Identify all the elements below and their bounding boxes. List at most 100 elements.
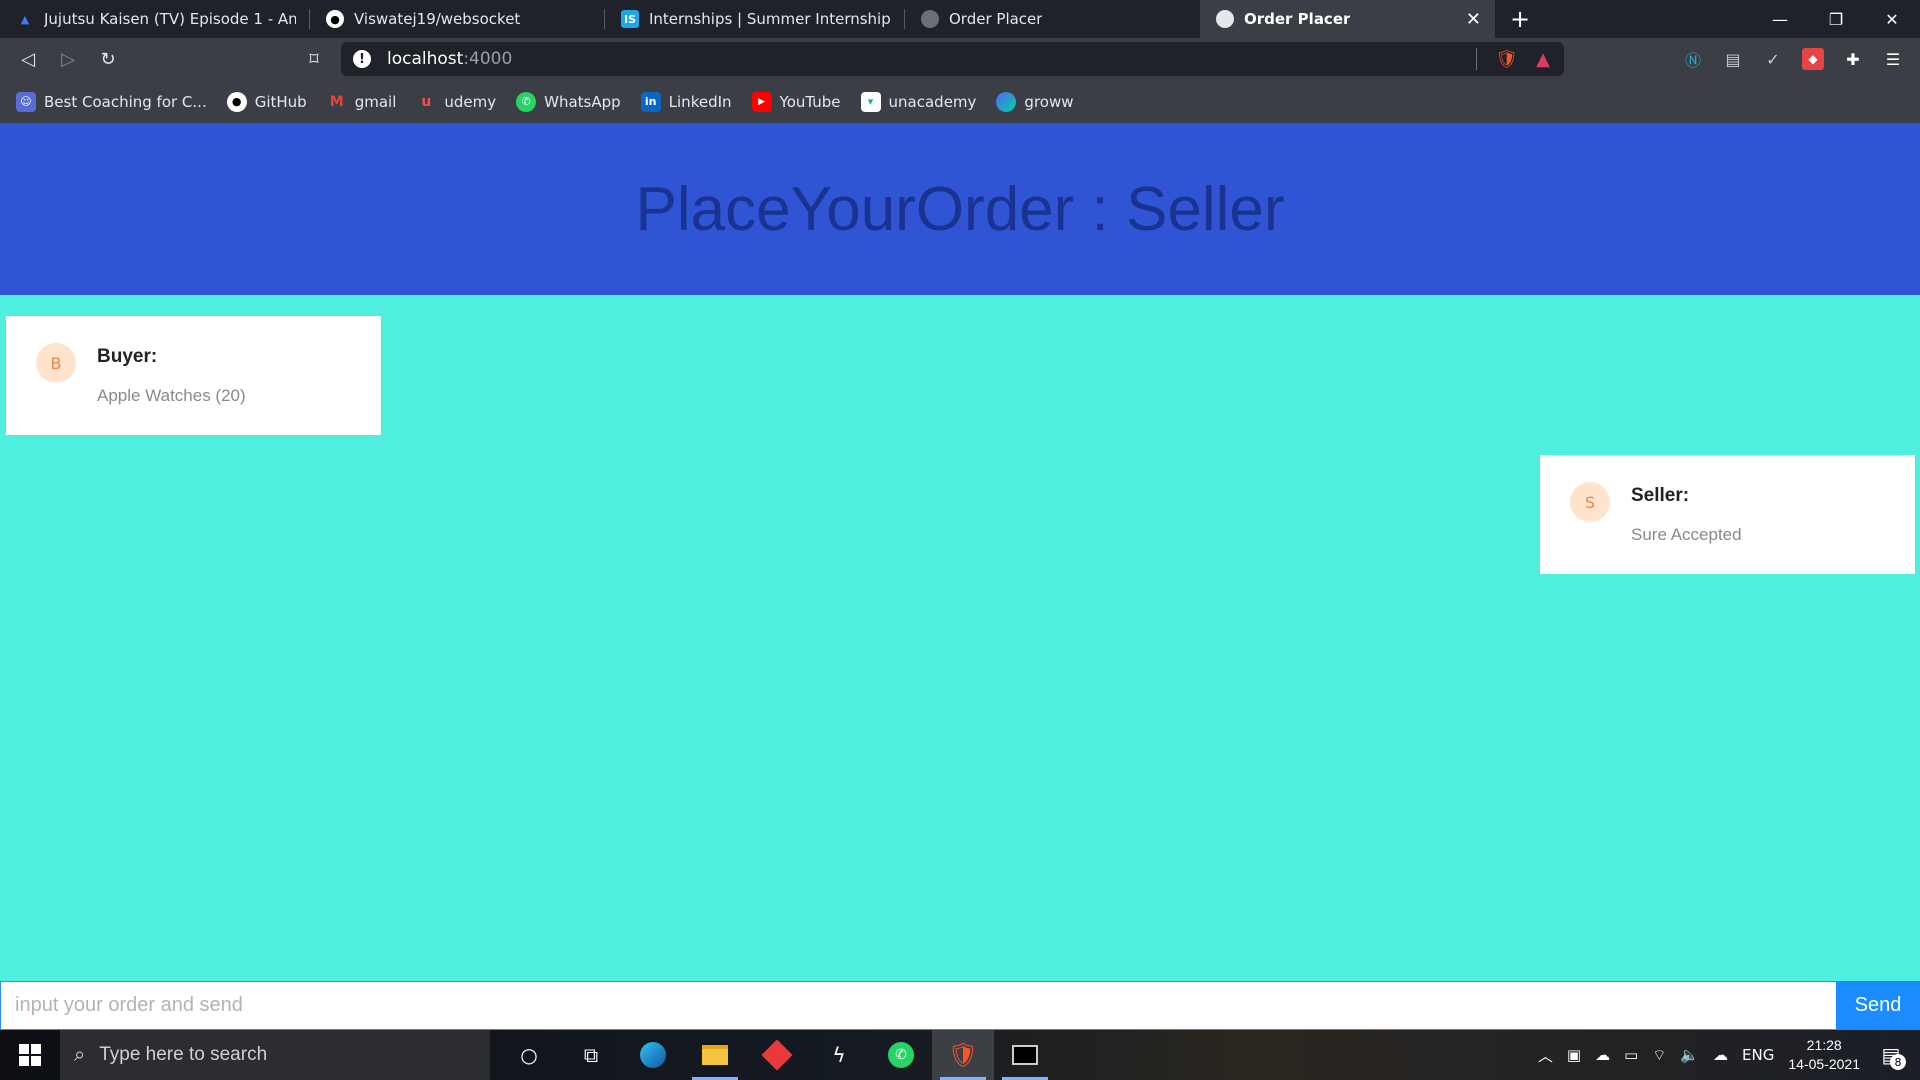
gmail-icon: M (329, 93, 344, 110)
windows-taskbar: ⌕ Type here to search ○ ⧉ ϟ ✆ 🛡 ︿ ▣ ☁ ▭ … (0, 1030, 1920, 1080)
bookmark-unacademy[interactable]: ▾ unacademy (860, 91, 977, 112)
brave-shields-icon[interactable]: 🛡 (1495, 49, 1518, 70)
terminal-icon[interactable] (994, 1030, 1056, 1080)
coaching-icon: ☺ (16, 91, 36, 112)
send-button[interactable]: Send (1836, 981, 1920, 1030)
address-bar[interactable]: ! localhost:4000 🛡 ▲ (341, 42, 1564, 76)
forward-icon[interactable]: ▷ (48, 41, 88, 77)
windows-logo-icon (19, 1044, 41, 1066)
notification-center-icon[interactable]: ▤ 8 (1874, 1038, 1908, 1072)
start-button[interactable] (0, 1030, 60, 1080)
brave-browser-icon[interactable]: 🛡 (932, 1030, 994, 1080)
tab-order-placer[interactable]: Order Placer (905, 0, 1200, 38)
meet-now-icon[interactable]: ▣ (1567, 1046, 1581, 1064)
clock[interactable]: 21:28 14-05-2021 (1788, 1036, 1860, 1074)
message-sender: Seller: (1631, 485, 1690, 506)
url-host: localhost (387, 49, 464, 69)
bookmark-page-icon[interactable]: ⌑ (294, 41, 334, 77)
bookmark-label: unacademy (888, 92, 977, 111)
close-window-icon[interactable]: ✕ (1864, 0, 1920, 38)
message-sender: Buyer: (97, 346, 158, 367)
page-header: PlaceYourOrder : Seller (0, 123, 1920, 295)
divider (1476, 48, 1478, 70)
tab-github-websocket[interactable]: ● Viswatej19/websocket (310, 0, 605, 38)
checkmark-extension-icon[interactable]: ✓ (1762, 48, 1784, 70)
tab-animix[interactable]: ▲ Jujutsu Kaisen (TV) Episode 1 - AniMix (0, 0, 310, 38)
brave-rewards-icon[interactable]: ▲ (1536, 49, 1550, 70)
whatsapp-icon[interactable]: ✆ (870, 1030, 932, 1080)
avatar: S (1570, 482, 1610, 522)
bookmark-whatsapp[interactable]: ✆ WhatsApp (516, 91, 621, 112)
groww-icon (996, 91, 1017, 112)
language-indicator[interactable]: ENG (1742, 1046, 1774, 1064)
extensions-area: Ⓝ ▤ ✓ ◆ ✚ ☰ (1682, 38, 1920, 80)
cortana-icon[interactable]: ○ (498, 1030, 560, 1080)
order-input-row: Send (0, 981, 1920, 1030)
volume-icon[interactable]: 🔈 (1680, 1046, 1699, 1064)
tab-title: Order Placer (949, 10, 1043, 28)
clock-time: 21:28 (1806, 1037, 1842, 1053)
youtube-icon: ▶ (751, 91, 772, 112)
tab-internshala[interactable]: IS Internships | Summer Internship 2021 (605, 0, 905, 38)
github-icon: ● (226, 91, 247, 112)
cloud-upload-icon[interactable]: ☁ (1713, 1046, 1728, 1064)
bookmark-linkedin[interactable]: in LinkedIn (640, 91, 732, 112)
bookmark-udemy[interactable]: u udemy (416, 92, 496, 112)
red-extension-icon[interactable]: ◆ (1802, 48, 1824, 70)
onedrive-icon[interactable]: ☁ (1595, 1046, 1610, 1064)
bookmark-label: YouTube (779, 92, 841, 111)
bookmark-groww[interactable]: groww (996, 91, 1074, 112)
wifi-icon[interactable]: ⌔ (1652, 1046, 1666, 1065)
notion-extension-icon[interactable]: Ⓝ (1682, 48, 1704, 70)
restore-icon[interactable]: ❐ (1808, 0, 1864, 38)
bookmark-coaching[interactable]: ☺ Best Coaching for C... (16, 91, 207, 112)
reload-icon[interactable]: ↻ (88, 41, 128, 77)
info-icon[interactable]: ! (353, 50, 371, 68)
avatar: B (36, 343, 76, 383)
taskbar-apps: ○ ⧉ ϟ ✆ 🛡 (498, 1030, 1056, 1080)
unacademy-icon: ▾ (860, 91, 881, 112)
order-input[interactable] (0, 981, 1836, 1030)
new-tab-button[interactable]: + (1495, 0, 1545, 38)
url-text[interactable]: localhost:4000 (387, 49, 512, 69)
bookmarks-bar: ☺ Best Coaching for C... ● GitHub Mgmail u… (0, 80, 1920, 123)
tab-title: Jujutsu Kaisen (TV) Episode 1 - AniMix (44, 10, 296, 28)
bookmark-youtube[interactable]: ▶ YouTube (751, 91, 841, 112)
tab-order-placer-active[interactable]: Order Placer ✕ (1200, 0, 1495, 38)
search-icon: ⌕ (74, 1043, 86, 1066)
back-icon[interactable]: ◁ (8, 41, 48, 77)
internshala-icon: IS (621, 10, 639, 28)
buyer-message-card: B Buyer: Apple Watches (20) (6, 316, 381, 435)
taskbar-search-placeholder: Type here to search (99, 1044, 268, 1065)
tab-title: Viswatej19/websocket (354, 10, 521, 28)
bookmark-label: LinkedIn (668, 92, 732, 111)
message-text: Apple Watches (20) (97, 386, 246, 405)
globe-icon (921, 10, 939, 28)
bookmark-label: groww (1024, 92, 1074, 111)
linkedin-icon: in (640, 91, 661, 112)
bookmark-gmail[interactable]: Mgmail (327, 92, 397, 112)
bookmark-github[interactable]: ● GitHub (226, 91, 307, 112)
close-tab-icon[interactable]: ✕ (1466, 9, 1481, 30)
udemy-icon: u (421, 93, 432, 110)
taskbar-search[interactable]: ⌕ Type here to search (60, 1030, 490, 1080)
minimize-icon[interactable]: — (1752, 0, 1808, 38)
window-controls: — ❐ ✕ (1752, 0, 1920, 38)
extensions-puzzle-icon[interactable]: ✚ (1842, 48, 1864, 70)
file-explorer-icon[interactable] (684, 1030, 746, 1080)
edge-icon[interactable] (622, 1030, 684, 1080)
git-app-icon[interactable] (746, 1030, 808, 1080)
bookmark-label: GitHub (254, 92, 307, 111)
task-view-icon[interactable]: ⧉ (560, 1030, 622, 1080)
chevron-up-icon[interactable]: ︿ (1538, 1045, 1553, 1066)
battery-icon[interactable]: ▭ (1624, 1046, 1638, 1064)
system-tray: ︿ ▣ ☁ ▭ ⌔ 🔈 ☁ ENG 21:28 14-05-2021 ▤ 8 (1538, 1036, 1920, 1074)
menu-icon[interactable]: ☰ (1882, 48, 1904, 70)
globe-icon (1216, 10, 1234, 28)
bookmark-label: Best Coaching for C... (44, 92, 207, 111)
tab-title: Internships | Summer Internship 2021 (649, 10, 891, 28)
notification-count-badge: 8 (1890, 1054, 1906, 1070)
lightning-app-icon[interactable]: ϟ (808, 1030, 870, 1080)
whatsapp-icon: ✆ (516, 91, 537, 112)
clipboard-extension-icon[interactable]: ▤ (1722, 48, 1744, 70)
